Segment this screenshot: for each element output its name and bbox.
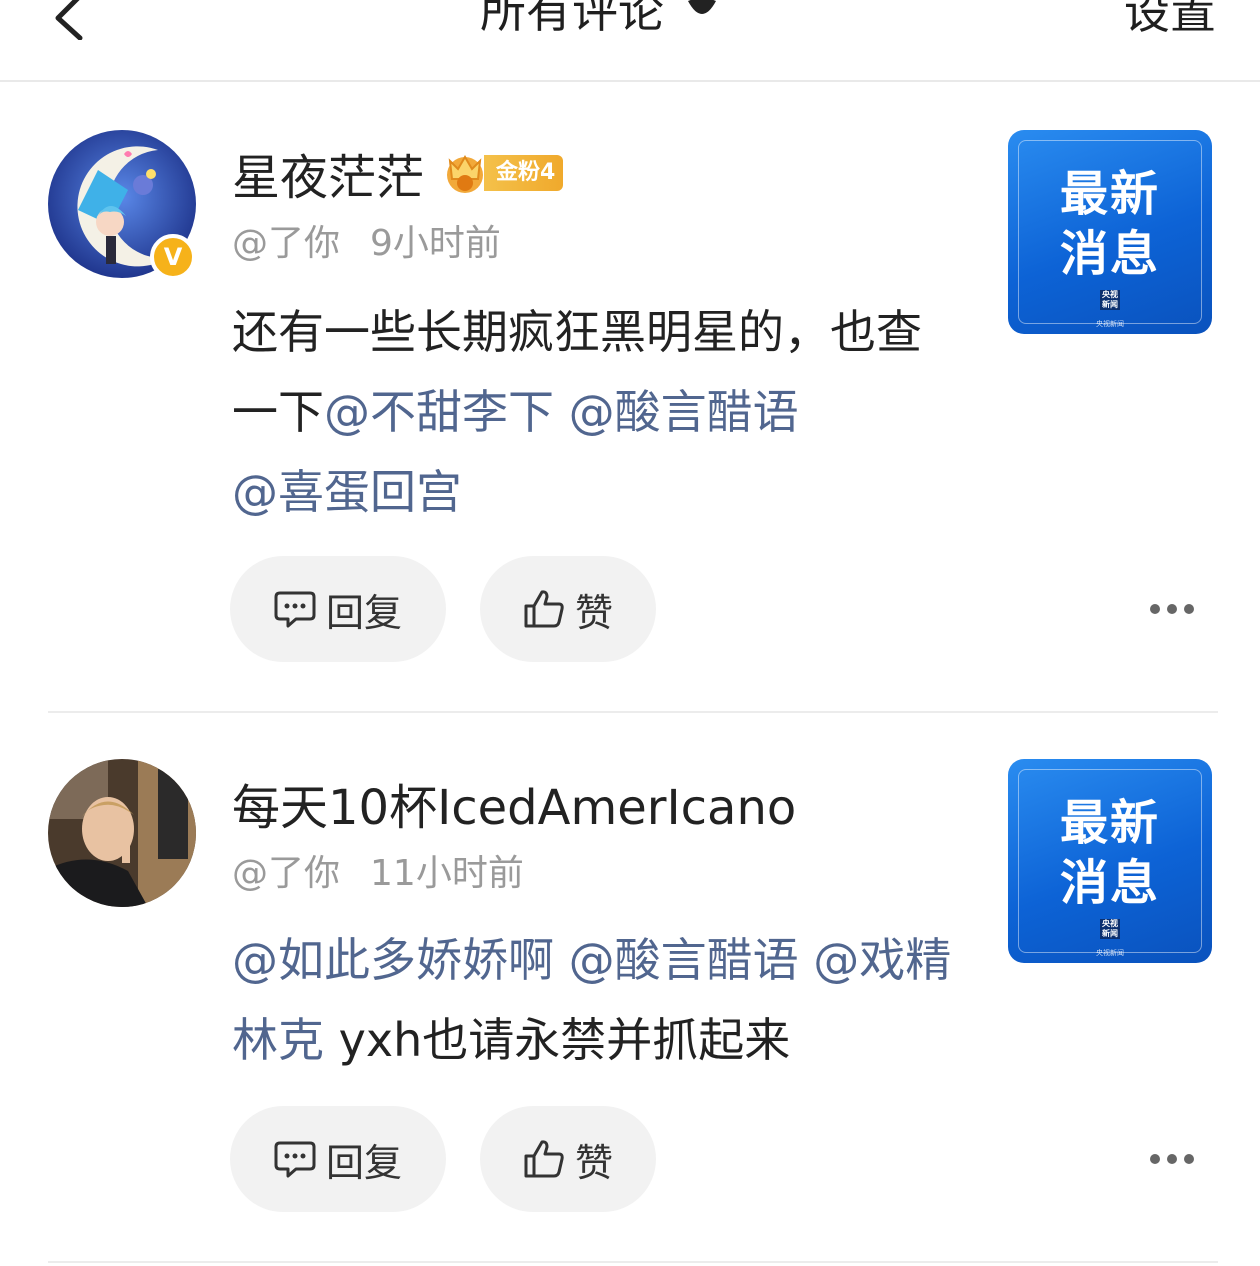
comment-bubble-icon — [274, 1141, 316, 1178]
like-label: 赞 — [574, 590, 613, 635]
text-segment: yxh也请永禁并抓起来 — [324, 1013, 791, 1067]
comment-bubble-icon — [274, 591, 316, 628]
top-bar: 所有评论 设置 — [0, 0, 1260, 82]
crown-icon — [447, 155, 484, 193]
more-dots-icon[interactable] — [1150, 603, 1194, 615]
fan-badge-label: 金粉4 — [484, 155, 564, 191]
thumb-footer: 央视新闻 — [1096, 949, 1124, 957]
verified-v-icon: V — [150, 234, 196, 280]
mention-link[interactable]: @喜蛋回宫 — [232, 465, 462, 519]
settings-button[interactable]: 设置 — [1124, 0, 1216, 42]
username-row: 每天10杯IcedAmerIcano — [232, 768, 796, 838]
divider — [48, 711, 1218, 713]
source-label: @了你 — [232, 853, 341, 894]
cctv-logo-icon: 央视 新闻 — [1100, 919, 1120, 939]
meta-row: @了你 11小时前 — [232, 844, 524, 896]
thumb-title: 最新 消息 — [1059, 166, 1160, 282]
like-label: 赞 — [574, 1140, 613, 1185]
thumb-footer: 央视新闻 — [1096, 320, 1124, 328]
comment-text: @如此多娇娇啊 @酸言醋语 @戏精林克 yxh也请永禁并抓起来 — [232, 920, 952, 1080]
news-thumbnail[interactable]: 最新 消息 央视 新闻 央视新闻 — [1008, 130, 1212, 334]
title-dropdown[interactable]: 所有评论 — [480, 0, 718, 38]
chevron-left-icon[interactable] — [44, 0, 104, 40]
username-row: 星夜茫茫 金粉4 — [232, 138, 564, 208]
thumb-title: 最新 消息 — [1059, 795, 1160, 911]
news-thumbnail[interactable]: 最新 消息 央视 新闻 央视新闻 — [1008, 759, 1212, 963]
username[interactable]: 星夜茫茫 — [232, 138, 424, 208]
reply-button[interactable]: 回复 — [230, 556, 446, 662]
page-title: 所有评论 — [480, 0, 664, 38]
reply-button[interactable]: 回复 — [230, 1106, 446, 1212]
reply-label: 回复 — [325, 590, 402, 635]
cctv-logo-icon: 央视 新闻 — [1100, 290, 1120, 310]
text-segment — [799, 933, 814, 987]
timestamp: 11小时前 — [370, 853, 524, 894]
caret-down-icon — [688, 0, 716, 14]
meta-row: @了你 9小时前 — [232, 214, 501, 266]
more-dots-icon[interactable] — [1150, 1153, 1194, 1165]
text-segment — [554, 385, 569, 439]
mention-link[interactable]: @酸言醋语 — [569, 385, 799, 439]
text-segment — [554, 933, 569, 987]
thumbs-up-icon — [524, 590, 564, 628]
like-button[interactable]: 赞 — [480, 556, 656, 662]
mention-link[interactable]: @不甜李下 — [324, 385, 554, 439]
username[interactable]: 每天10杯IcedAmerIcano — [232, 768, 796, 838]
like-button[interactable]: 赞 — [480, 1106, 656, 1212]
mention-link[interactable]: @酸言醋语 — [569, 933, 799, 987]
avatar[interactable] — [48, 759, 196, 907]
timestamp: 9小时前 — [370, 223, 501, 264]
thumbs-up-icon — [524, 1140, 564, 1178]
divider — [48, 1261, 1218, 1263]
fan-badge: 金粉4 — [440, 151, 564, 195]
mention-link[interactable]: @如此多娇娇啊 — [232, 933, 554, 987]
source-label: @了你 — [232, 223, 341, 264]
comment-text: 还有一些长期疯狂黑明星的，也查一下@不甜李下 @酸言醋语 @喜蛋回宫 — [232, 292, 952, 532]
reply-label: 回复 — [325, 1140, 402, 1185]
